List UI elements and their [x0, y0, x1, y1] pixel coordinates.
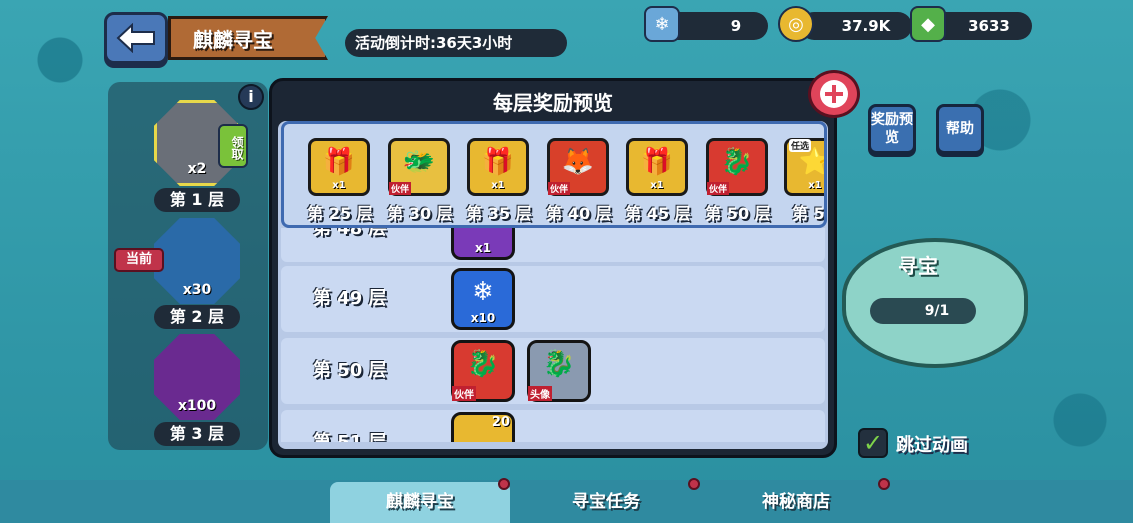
row-label-51: 第 51 层 [313, 410, 387, 442]
treasure-count: 9/1 [870, 298, 976, 324]
resource-token-value: 9 [730, 17, 742, 35]
reward-row-51: 第 51 层 20 [281, 410, 825, 442]
floor-3-label: 第 3 层 [154, 422, 240, 446]
floor-1-label: 第 1 层 [154, 188, 240, 212]
partner-icon: 🐉 [720, 147, 754, 177]
strip-label-25: 第 25 层 [307, 204, 373, 223]
strip-tag: 伙伴 [548, 182, 571, 195]
row-qty: x1 [474, 241, 492, 255]
reward-row-49: 第 49 层 ❄ x10 [281, 266, 825, 332]
strip-reward-55[interactable]: ⭐ 任选 x1 [784, 138, 824, 196]
help-button[interactable]: 帮助 [936, 104, 984, 154]
chest-icon: 🎁 [481, 147, 515, 177]
resource-coin-count: 37.9K [800, 12, 912, 40]
claim-tag[interactable]: 领取 [218, 124, 248, 168]
gold-coin-icon[interactable]: ◎ [778, 6, 814, 42]
avatar-icon: 🐉 [542, 349, 576, 379]
strip-label-35: 第 35 层 [466, 204, 532, 223]
modal-title: 每层奖励预览 [493, 91, 613, 115]
row-tag: 伙伴 [452, 386, 476, 401]
strip-reward-50[interactable]: 🐉 伙伴 [706, 138, 768, 196]
notification-dot [878, 478, 890, 490]
row-48-reward[interactable]: x1 [451, 228, 515, 260]
row-tag: 头像 [528, 386, 552, 401]
countdown-timer: 活动倒计时:36天3小时 [345, 29, 567, 57]
reward-row-50: 第 50 层 🐉 伙伴 🐉 头像 [281, 338, 825, 404]
strip-tag: 伙伴 [389, 182, 412, 195]
strip-pick-tag: 任选 [789, 139, 812, 152]
strip-reward-45[interactable]: 🎁 x1 [626, 138, 688, 196]
row-label-48: 第 48 层 [313, 228, 387, 239]
strip-qty: x1 [491, 180, 505, 191]
skip-animation-checkbox[interactable]: ✓ [858, 428, 888, 458]
back-arrow-icon [116, 23, 155, 53]
reward-strip[interactable]: 🎁 x1 第 25 层 🐲 伙伴 第 30 层 🎁 x1 第 35 层 🦊 伙伴… [281, 121, 827, 228]
row-49-reward[interactable]: ❄ x10 [451, 268, 515, 330]
strip-label-30: 第 30 层 [387, 204, 453, 223]
skip-animation-label: 跳过动画 [896, 435, 968, 456]
resource-gem-value: 3633 [968, 17, 1010, 35]
row-50-reward-partner[interactable]: 🐉 伙伴 [451, 340, 515, 402]
chest-icon: 🎁 [322, 147, 356, 177]
tab-mystery-shop[interactable]: 神秘商店 [706, 482, 886, 523]
tab-qilin-treasure[interactable]: 麒麟寻宝 [330, 482, 510, 523]
row-qty: x10 [470, 311, 496, 325]
strip-qty: x1 [332, 180, 346, 191]
strip-label-45: 第 45 层 [625, 204, 691, 223]
row-50-reward-avatar[interactable]: 🐉 头像 [527, 340, 591, 402]
strip-label-40: 第 40 层 [546, 204, 612, 223]
green-gem-icon[interactable]: ◆ [910, 6, 946, 42]
resource-coin-value: 37.9K [841, 17, 891, 35]
treasure-count-value: 9/1 [924, 303, 950, 319]
page-title: 麒麟寻宝 [168, 16, 328, 60]
treasure-title: 寻宝 [898, 254, 938, 278]
floor-2-qty: x30 [182, 282, 212, 298]
strip-label-50: 第 50 层 [705, 204, 771, 223]
chest-icon: 🎁 [640, 147, 674, 177]
floor-3-qty: x100 [177, 398, 217, 414]
notification-dot [688, 478, 700, 490]
strip-reward-25[interactable]: 🎁 x1 [308, 138, 370, 196]
row-label-49: 第 49 层 [313, 288, 387, 309]
close-icon [820, 80, 848, 108]
floor-1-qty: x2 [187, 161, 207, 177]
row-51-reward[interactable]: 20 [451, 412, 515, 442]
row-top-num: 20 [491, 415, 510, 430]
reward-row-48: 第 48 层 x1 [281, 228, 825, 262]
blue-token-icon: ❄ [644, 6, 680, 42]
strip-tag: 伙伴 [707, 182, 730, 195]
strip-reward-30[interactable]: 🐲 伙伴 [388, 138, 450, 196]
notification-dot [498, 478, 510, 490]
row-label-50: 第 50 层 [313, 360, 387, 381]
partner-icon: 🐉 [466, 349, 500, 379]
tab-treasure-tasks[interactable]: 寻宝任务 [516, 482, 696, 523]
back-button[interactable] [104, 12, 168, 64]
partner-icon: 🐲 [402, 147, 436, 177]
strip-label-55: 第 55 [792, 204, 825, 223]
reward-preview-button[interactable]: 奖励预览 [868, 104, 916, 154]
close-button[interactable] [808, 70, 860, 118]
strip-qty: x1 [808, 180, 822, 191]
floor-2-label: 第 2 层 [154, 305, 240, 329]
strip-reward-35[interactable]: 🎁 x1 [467, 138, 529, 196]
strip-reward-40[interactable]: 🦊 伙伴 [547, 138, 609, 196]
current-floor-tag: 当前 [114, 248, 164, 272]
reward-list[interactable]: 第 48 层 x1 第 49 层 ❄ x10 第 50 层 🐉 伙伴 🐉 头像 … [275, 228, 831, 442]
info-icon[interactable]: i [238, 84, 264, 110]
blue-token-icon: ❄ [472, 277, 494, 307]
strip-qty: x1 [650, 180, 664, 191]
partner-icon: 🦊 [561, 147, 595, 177]
